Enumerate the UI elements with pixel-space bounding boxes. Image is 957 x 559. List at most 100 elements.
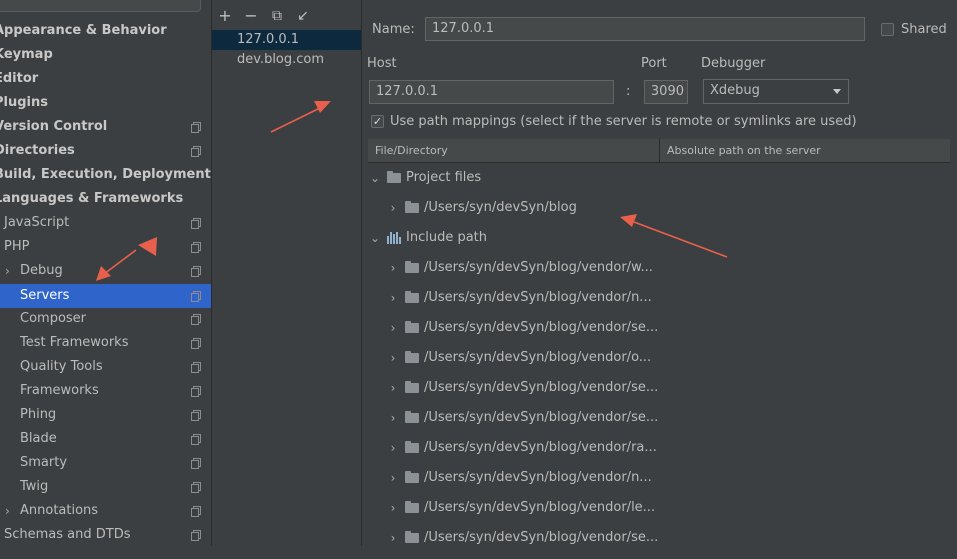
sidebar-item-editor[interactable]: Editor <box>0 67 211 91</box>
chevron-right-icon[interactable]: › <box>387 283 399 313</box>
tree-row-include-path[interactable]: ⌄ Include path <box>368 223 950 253</box>
sidebar-item-label: Servers <box>20 288 70 303</box>
folder-icon <box>405 201 419 213</box>
project-settings-icon <box>191 314 201 325</box>
tree-row[interactable]: › /Users/syn/devSyn/blog/vendor/n... <box>368 283 950 313</box>
chevron-right-icon[interactable]: › <box>387 523 399 553</box>
sidebar-item-frameworks[interactable]: Frameworks <box>0 379 211 403</box>
tree-row-label: Include path <box>406 230 488 245</box>
import-server-button[interactable]: ↙ <box>292 4 314 28</box>
debugger-label: Debugger <box>701 56 766 71</box>
host-input[interactable]: 127.0.0.1 <box>369 80 614 104</box>
chevron-right-icon[interactable]: › <box>5 259 10 283</box>
server-item-127-0-0-1[interactable]: 127.0.0.1 <box>212 30 362 50</box>
tree-row[interactable]: › /Users/syn/devSyn/blog/vendor/se... <box>368 313 950 343</box>
chevron-right-icon[interactable]: › <box>387 313 399 343</box>
sidebar-item-plugins[interactable]: Plugins <box>0 91 211 115</box>
sidebar-item-label: Annotations <box>20 503 99 518</box>
sidebar-item-languages-frameworks[interactable]: Languages & Frameworks <box>0 187 211 211</box>
chevron-down-icon[interactable]: ⌄ <box>369 223 381 253</box>
remove-server-button[interactable]: − <box>240 4 262 28</box>
tree-row-label: /Users/syn/devSyn/blog/vendor/n... <box>424 470 652 485</box>
tree-row[interactable]: › /Users/syn/devSyn/blog/vendor/o... <box>368 343 950 373</box>
sidebar-item-label: Languages & Frameworks <box>0 191 184 206</box>
sidebar-item-composer[interactable]: Composer <box>0 307 211 331</box>
sidebar-item-annotations[interactable]: › Annotations <box>0 499 211 523</box>
sidebar-item-label: Appearance & Behavior <box>0 23 167 38</box>
project-settings-icon <box>191 218 201 229</box>
port-input[interactable]: 3090 <box>644 80 688 104</box>
project-settings-icon <box>191 386 201 397</box>
tree-row-label: /Users/syn/devSyn/blog/vendor/o... <box>424 350 652 365</box>
tree-row[interactable]: › /Users/syn/devSyn/blog/vendor/se... <box>368 523 950 553</box>
sidebar-item-label: Plugins <box>0 95 48 110</box>
folder-icon <box>405 291 419 303</box>
sidebar-item-label: JavaScript <box>4 215 70 230</box>
chevron-right-icon[interactable]: › <box>387 343 399 373</box>
chevron-right-icon[interactable]: › <box>387 433 399 463</box>
path-mappings-checkbox[interactable]: ✓ <box>371 115 384 128</box>
sidebar-item-appearance-behavior[interactable]: Appearance & Behavior <box>0 19 211 43</box>
server-details: Name: 127.0.0.1 Shared Host Port Debugge… <box>362 0 957 559</box>
chevron-right-icon[interactable]: › <box>387 463 399 493</box>
shared-checkbox[interactable] <box>881 23 894 36</box>
sidebar-item-label: Phing <box>20 407 57 422</box>
tree-row-project-files[interactable]: ⌄ Project files <box>368 163 950 193</box>
chevron-right-icon[interactable]: › <box>387 193 399 223</box>
tree-row[interactable]: › /Users/syn/devSyn/blog/vendor/ra... <box>368 433 950 463</box>
sidebar-item-quality-tools[interactable]: Quality Tools <box>0 355 211 379</box>
sidebar-item-php[interactable]: PHP <box>0 235 211 259</box>
sidebar-item-schemas-dtds[interactable]: Schemas and DTDs <box>0 523 211 546</box>
add-server-button[interactable]: + <box>214 4 236 28</box>
tree-row[interactable]: › /Users/syn/devSyn/blog/vendor/w... <box>368 253 950 283</box>
sidebar-item-version-control[interactable]: Version Control <box>0 115 211 139</box>
sidebar-item-blade[interactable]: Blade <box>0 427 211 451</box>
tree-row-label: /Users/syn/devSyn/blog/vendor/le... <box>424 500 656 515</box>
sidebar-item-keymap[interactable]: Keymap <box>0 43 211 67</box>
path-mappings-table: File/Directory Absolute path on the serv… <box>368 139 950 559</box>
folder-icon <box>405 531 419 543</box>
project-settings-icon <box>191 266 201 277</box>
sidebar-item-build-execution-deployment[interactable]: Build, Execution, Deployment <box>0 163 211 187</box>
tree-row[interactable]: › /Users/syn/devSyn/blog/vendor/se... <box>368 403 950 433</box>
project-settings-icon <box>191 122 201 133</box>
tree-row[interactable]: › /Users/syn/devSyn/blog/vendor/le... <box>368 493 950 523</box>
tree-row[interactable]: › /Users/syn/devSyn/blog/vendor/n... <box>368 463 950 493</box>
server-item-dev-blog-com[interactable]: dev.blog.com <box>212 50 362 70</box>
tree-row[interactable]: › /Users/syn/devSyn/blog/vendor/se... <box>368 373 950 403</box>
sidebar-item-javascript[interactable]: JavaScript <box>0 211 211 235</box>
tree-row-label: /Users/syn/devSyn/blog/vendor/se... <box>424 410 659 425</box>
chevron-right-icon[interactable]: › <box>5 499 10 523</box>
tree-row-label: /Users/syn/devSyn/blog/vendor/n... <box>424 290 652 305</box>
chevron-down-icon[interactable]: ⌄ <box>369 163 381 193</box>
chevron-right-icon[interactable]: › <box>387 493 399 523</box>
name-input[interactable]: 127.0.0.1 <box>425 17 865 41</box>
sidebar-item-directories[interactable]: Directories <box>0 139 211 163</box>
sidebar-item-test-frameworks[interactable]: Test Frameworks <box>0 331 211 355</box>
tree-row-label: /Users/syn/devSyn/blog/vendor/se... <box>424 530 659 545</box>
sidebar-item-servers[interactable]: Servers <box>0 284 211 308</box>
sidebar-item-label: Smarty <box>20 455 68 470</box>
sidebar-item-phing[interactable]: Phing <box>0 403 211 427</box>
debugger-select[interactable]: Xdebug <box>703 79 849 104</box>
column-header-absolute-path[interactable]: Absolute path on the server <box>660 139 821 162</box>
chevron-right-icon[interactable]: › <box>387 373 399 403</box>
chevron-right-icon[interactable]: › <box>387 403 399 433</box>
port-label: Port <box>641 56 667 71</box>
name-label: Name: <box>372 22 415 37</box>
host-port-separator: : <box>626 84 631 99</box>
settings-search-input[interactable] <box>0 0 201 12</box>
settings-sidebar: Appearance & Behavior Keymap Editor Plug… <box>0 0 211 546</box>
copy-server-button[interactable]: ⧉ <box>266 4 288 28</box>
sidebar-item-debug[interactable]: › Debug <box>0 259 211 283</box>
sidebar-item-smarty[interactable]: Smarty <box>0 451 211 475</box>
chevron-right-icon[interactable]: › <box>387 253 399 283</box>
tree-row[interactable]: › /Users/syn/devSyn/blog <box>368 193 950 223</box>
sidebar-item-twig[interactable]: Twig <box>0 475 211 499</box>
sidebar-item-label: Directories <box>0 143 75 158</box>
sidebar-item-label: Schemas and DTDs <box>4 527 131 542</box>
sidebar-item-label: Build, Execution, Deployment <box>0 167 211 182</box>
project-settings-icon <box>191 482 201 493</box>
column-header-file-directory[interactable]: File/Directory <box>368 139 448 162</box>
project-settings-icon <box>191 242 201 253</box>
